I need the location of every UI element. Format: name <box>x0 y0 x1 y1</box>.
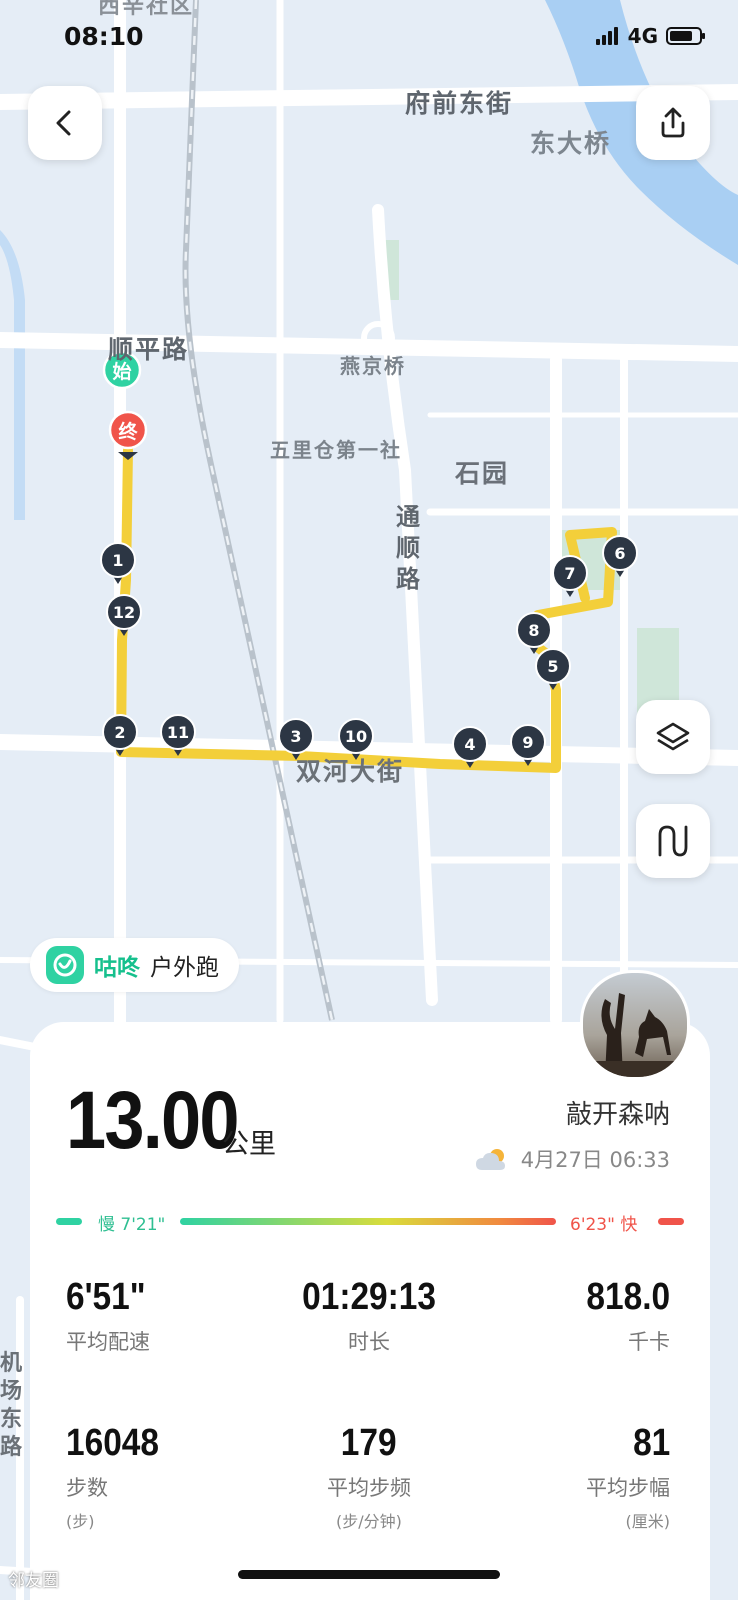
stride-value: 81 <box>632 1422 670 1464</box>
network-label: 4G <box>627 24 658 48</box>
map-label-xixin: 西辛社区 <box>98 0 195 19</box>
map-label-tongshun: 通顺路 <box>396 503 422 593</box>
map-label-shiyuan: 石园 <box>455 459 510 488</box>
brand-name: 咕咚 <box>94 955 140 981</box>
cadence-value: 179 <box>341 1422 397 1464</box>
map-label-wuli: 五里仓第一社 <box>270 438 402 462</box>
battery-icon <box>666 27 705 45</box>
codoon-logo-icon <box>46 946 84 984</box>
date-line: 4月27日 06:33 <box>475 1144 670 1174</box>
km-marker-label: 7 <box>564 564 575 583</box>
pace-gradient-bar <box>180 1218 556 1225</box>
stat-steps: 16048 步数 (步) <box>66 1424 172 1532</box>
km-marker-label: 2 <box>114 723 125 742</box>
distance-unit: 公里 <box>222 1129 276 1160</box>
stat-avg-pace: 6'51" 平均配速 <box>66 1278 156 1356</box>
status-indicators: 4G <box>595 24 705 48</box>
end-label: 终 <box>118 420 138 443</box>
avatar[interactable] <box>580 970 690 1080</box>
stride-unit: (厘米) <box>625 1512 671 1531</box>
watermark: 邻友圈 <box>8 1571 59 1591</box>
slow-dot <box>56 1218 82 1225</box>
cadence-label: 平均步频 <box>327 1476 411 1500</box>
status-time: 08:10 <box>64 22 144 51</box>
km-marker-label: 6 <box>614 544 625 563</box>
km-marker-label: 3 <box>290 727 301 746</box>
avg-pace-value: 6'51" <box>66 1276 146 1318</box>
cadence-unit: (步/分钟) <box>336 1512 402 1531</box>
layers-button[interactable] <box>636 700 710 774</box>
home-indicator[interactable] <box>238 1570 500 1579</box>
avatar-image <box>583 993 687 1077</box>
fast-dot <box>658 1218 684 1225</box>
username[interactable]: 敲开森呐 <box>566 1094 670 1131</box>
stride-label: 平均步幅 <box>586 1476 670 1500</box>
signal-icon <box>595 27 620 45</box>
calories-value: 818.0 <box>586 1276 670 1318</box>
km-marker-label: 9 <box>522 733 533 752</box>
track-replay-button[interactable] <box>636 804 710 878</box>
layers-icon <box>656 722 690 751</box>
km-marker-label: 11 <box>167 723 189 742</box>
fast-label: 6'23" 快 <box>570 1215 638 1235</box>
run-date: 4月27日 06:33 <box>520 1148 670 1172</box>
steps-value: 16048 <box>66 1422 159 1464</box>
track-icon <box>658 825 688 857</box>
stat-cadence: 179 平均步频 (步/分钟) <box>269 1424 469 1532</box>
calories-label: 千卡 <box>628 1330 670 1354</box>
map-label-shunping: 顺平路 <box>108 335 190 364</box>
pace-legend: 慢 7'21" 6'23" 快 <box>56 1210 684 1235</box>
km-marker-label: 12 <box>113 603 135 622</box>
map-label-shuanghe: 双河大街 <box>296 757 405 786</box>
km-marker-label: 10 <box>345 727 367 746</box>
chevron-left-icon <box>56 110 71 136</box>
km-marker-label: 5 <box>547 657 558 676</box>
share-icon <box>661 107 685 138</box>
map-label-dongdaqiao: 东大桥 <box>530 129 612 158</box>
duration-label: 时长 <box>348 1330 390 1354</box>
map-label-yanjing: 燕京桥 <box>340 354 406 378</box>
share-button[interactable] <box>636 86 710 160</box>
steps-unit: (步) <box>66 1512 95 1531</box>
slow-label: 慢 7'21" <box>98 1215 166 1235</box>
km-marker-label: 4 <box>464 735 475 754</box>
app-badge: 咕咚 户外跑 <box>30 938 239 992</box>
stat-stride: 81 平均步幅 (厘米) <box>586 1424 670 1532</box>
activity-type: 户外跑 <box>150 955 219 981</box>
partly-cloudy-icon <box>475 1149 505 1170</box>
duration-value: 01:29:13 <box>302 1276 436 1318</box>
avg-pace-label: 平均配速 <box>66 1330 150 1354</box>
km-marker-label: 8 <box>528 621 539 640</box>
steps-label: 步数 <box>66 1476 108 1500</box>
stat-calories: 818.0 千卡 <box>575 1278 670 1356</box>
map-label-fuqian: 府前东街 <box>405 89 514 118</box>
distance-value: 13.00 <box>66 1075 240 1166</box>
stat-duration: 01:29:13 时长 <box>269 1278 469 1356</box>
map-label-jichang: 机场东路 <box>0 1351 25 1460</box>
km-marker-label: 1 <box>112 551 123 570</box>
back-button[interactable] <box>28 86 102 160</box>
